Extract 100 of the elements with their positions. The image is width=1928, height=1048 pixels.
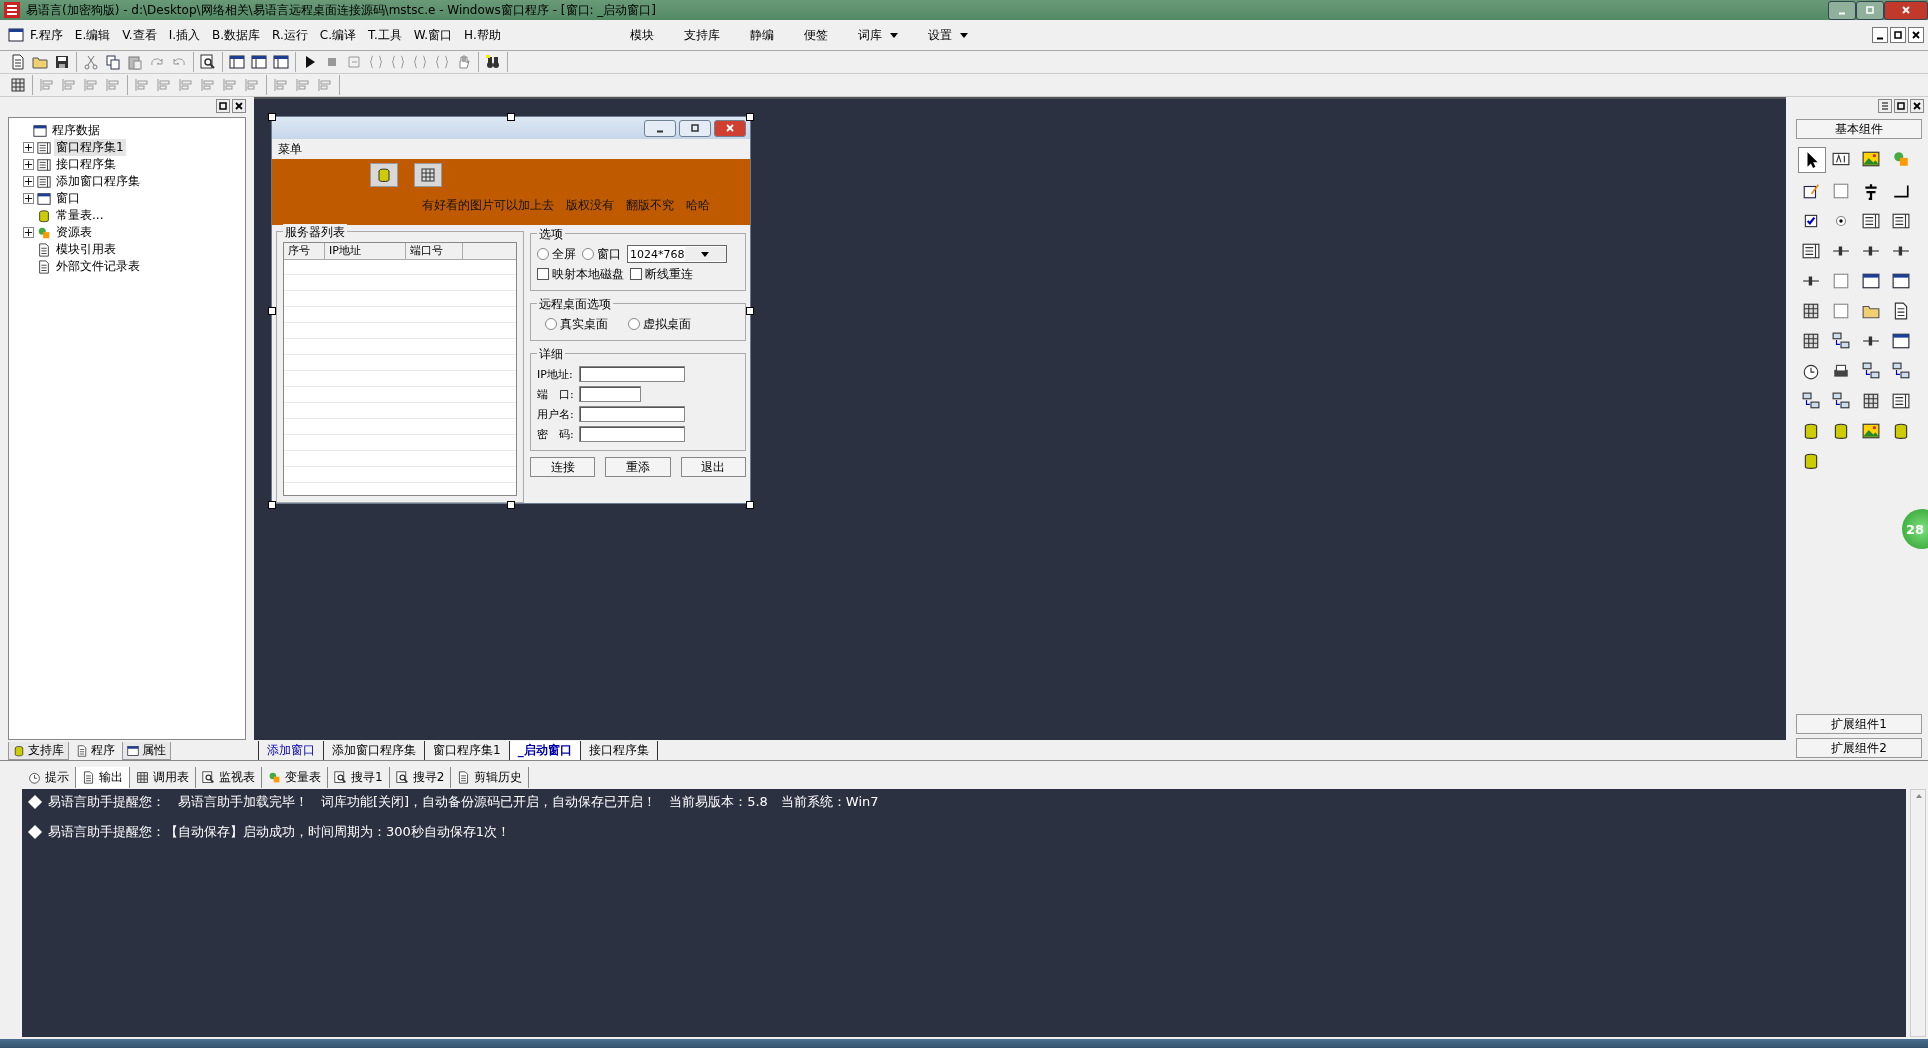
maximize-button[interactable]: [1856, 0, 1884, 20]
palette-category-button[interactable]: 扩展组件2: [1796, 738, 1922, 758]
panel-tab[interactable]: 支持库: [8, 742, 69, 760]
field-label: 用户名:: [537, 406, 575, 422]
expand-toggle[interactable]: [23, 227, 34, 238]
radio-label: 虚拟桌面: [643, 315, 691, 333]
output-tab[interactable]: 搜寻2: [389, 766, 452, 788]
column-header[interactable]: 序号: [284, 243, 325, 259]
tree-item[interactable]: 资源表: [54, 224, 94, 241]
menu-item[interactable]: T.工具: [362, 24, 408, 46]
tree-item[interactable]: 添加窗口程序集: [54, 173, 142, 190]
resize-handle[interactable]: [746, 307, 754, 315]
form-button[interactable]: 退出: [680, 457, 746, 477]
tree-item[interactable]: 窗口程序集1: [54, 139, 126, 156]
expand-toggle[interactable]: [23, 193, 34, 204]
resolution-dropdown[interactable]: 1024*768: [627, 245, 727, 263]
pin-button[interactable]: [1894, 99, 1908, 113]
grid-icon[interactable]: [8, 75, 28, 95]
menu-item[interactable]: H.帮助: [458, 24, 507, 46]
close-button[interactable]: [1908, 27, 1924, 43]
scrollbar[interactable]: [1910, 789, 1926, 1037]
column-header[interactable]: IP地址: [325, 243, 406, 259]
minimize-button[interactable]: [1828, 0, 1856, 20]
pin-button[interactable]: [216, 99, 230, 113]
expand-toggle[interactable]: [23, 176, 34, 187]
input-field[interactable]: [579, 366, 685, 382]
menu-item[interactable]: 词库: [849, 24, 906, 46]
radio-label: 全屏: [552, 245, 576, 263]
server-list[interactable]: 序号 IP地址 端口号: [283, 242, 517, 496]
menu-item[interactable]: F.程序: [24, 24, 69, 46]
form-button[interactable]: 重添: [605, 457, 671, 477]
layout-icon[interactable]: [249, 52, 269, 72]
close-button[interactable]: [232, 99, 246, 113]
resize-handle[interactable]: [268, 501, 276, 509]
tree-item[interactable]: 窗口: [54, 190, 82, 207]
copy-icon[interactable]: [103, 52, 123, 72]
resize-handle[interactable]: [268, 307, 276, 315]
document-tab[interactable]: 添加窗口程序集: [323, 741, 425, 760]
resize-handle[interactable]: [268, 113, 276, 121]
tree-item[interactable]: 模块引用表: [54, 241, 118, 258]
resize-handle[interactable]: [507, 113, 515, 121]
tree-item[interactable]: 接口程序集: [54, 156, 118, 173]
output-tab[interactable]: 输出: [76, 766, 130, 788]
menu-item[interactable]: C.编译: [313, 24, 363, 46]
output-tab[interactable]: 监视表: [196, 766, 262, 788]
radio-button[interactable]: [582, 248, 594, 260]
layout-icon[interactable]: [227, 52, 247, 72]
output-tab[interactable]: 剪辑历史: [451, 766, 530, 788]
resize-handle[interactable]: [746, 501, 754, 509]
menu-item[interactable]: B.数据库: [206, 24, 267, 46]
group-title: 详细: [537, 346, 565, 363]
list-icon: [37, 174, 51, 189]
output-tab[interactable]: 调用表: [130, 766, 196, 788]
tree-item[interactable]: 外部文件记录表: [54, 258, 142, 275]
pointer-icon[interactable]: [1798, 147, 1826, 173]
minimize-button[interactable]: [1872, 27, 1888, 43]
search-icon: [334, 770, 347, 784]
input-field[interactable]: [579, 386, 641, 402]
menu-item[interactable]: E.编辑: [68, 24, 117, 46]
panel-tab[interactable]: 属性: [122, 742, 171, 760]
palette-category-button[interactable]: 基本组件: [1796, 119, 1922, 139]
layout-icon[interactable]: [271, 52, 291, 72]
output-tab[interactable]: 搜寻1: [328, 766, 390, 788]
column-header[interactable]: 端口号: [406, 243, 463, 259]
menu-item[interactable]: 支持库: [675, 24, 728, 46]
document-tab[interactable]: 添加窗口: [258, 741, 324, 760]
maximize-button[interactable]: [679, 119, 711, 137]
palette-category-button[interactable]: 扩展组件1: [1796, 714, 1922, 734]
document-tab[interactable]: 接口程序集: [579, 741, 658, 760]
menu-item[interactable]: I.插入: [162, 24, 207, 46]
resize-handle[interactable]: [507, 501, 515, 509]
menu-item[interactable]: 模块: [621, 24, 662, 46]
restore-button[interactable]: [1890, 27, 1906, 43]
close-button[interactable]: [1884, 0, 1928, 20]
tree-item[interactable]: 常量表...: [54, 207, 106, 224]
resize-handle[interactable]: [746, 113, 754, 121]
input-field[interactable]: [579, 406, 685, 422]
output-tab[interactable]: 变量表: [262, 766, 328, 788]
expand-toggle[interactable]: [23, 142, 34, 153]
table-icon: [414, 163, 442, 187]
checkbox[interactable]: [537, 268, 549, 280]
document-tab[interactable]: _启动窗口: [508, 741, 581, 760]
radio-button[interactable]: [537, 248, 549, 260]
checkbox[interactable]: [630, 268, 642, 280]
menu-item[interactable]: V.查看: [116, 24, 163, 46]
input-field[interactable]: [579, 426, 685, 442]
menu-item[interactable]: 设置: [919, 24, 976, 46]
menu-item[interactable]: W.窗口: [407, 24, 459, 46]
radio-button[interactable]: [628, 318, 640, 330]
menu-button[interactable]: [1878, 99, 1892, 113]
radio-button[interactable]: [545, 318, 557, 330]
caret-icon: [889, 32, 898, 38]
menu-item[interactable]: 菜单: [278, 140, 302, 158]
menu-item[interactable]: 静编: [741, 24, 782, 46]
tree-item[interactable]: 程序数据: [50, 122, 102, 139]
menu-item[interactable]: 便签: [795, 24, 836, 46]
close-button[interactable]: [1910, 99, 1924, 113]
menu-item[interactable]: R.运行: [266, 24, 314, 46]
expand-toggle[interactable]: [23, 159, 34, 170]
form-button[interactable]: 连接: [530, 457, 596, 477]
